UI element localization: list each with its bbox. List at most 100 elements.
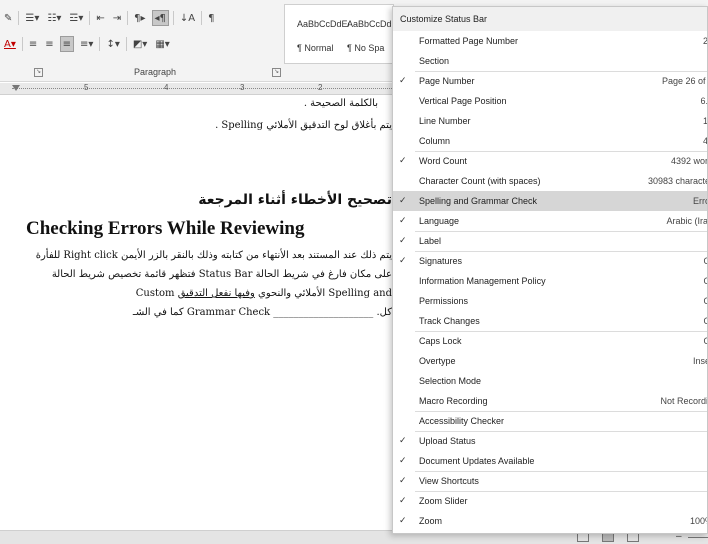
menu-item-zoom-slider[interactable]: ✓ Zoom Slider — [393, 491, 707, 511]
menu-item-label[interactable]: ✓ Label — [393, 231, 707, 251]
menu-item-view-shortcuts[interactable]: ✓ View Shortcuts — [393, 471, 707, 491]
menu-item-selection-mode[interactable]: Selection Mode — [393, 371, 707, 391]
heading-english: Checking Errors While Reviewing — [26, 218, 305, 239]
text-run: الأملائي والنحوي — [254, 288, 329, 299]
divider — [201, 11, 203, 25]
shading-icon[interactable]: ◩▾ — [131, 36, 149, 52]
indent-marker-icon[interactable] — [12, 85, 20, 91]
menu-item-label: Document Updates Available — [419, 456, 535, 466]
ltr-direction-icon[interactable]: ¶▸ — [132, 10, 147, 26]
show-formatting-marks-icon[interactable]: ¶ — [206, 10, 216, 26]
menu-item-character-count-with-spaces[interactable]: Character Count (with spaces) 30983 chara… — [393, 171, 708, 191]
menu-item-value: 30983 character — [647, 176, 708, 186]
menu-item-line-number[interactable]: Line Number 19 — [393, 111, 708, 131]
paragraph-row-2: A▾ ≡ ≡ ≡ ≡▾ ↕▾ ◩▾ ▦▾ — [2, 36, 172, 52]
divider — [99, 37, 101, 51]
menu-item-language[interactable]: ✓ Language Arabic (Iraq — [393, 211, 708, 231]
ruler-number: 3 — [240, 83, 245, 92]
menu-item-value: Not Recordin — [660, 396, 708, 406]
font-dialog-launcher-icon[interactable]: ↘ — [34, 68, 43, 77]
menu-item-label: Character Count (with spaces) — [419, 176, 541, 186]
numbering-icon[interactable]: ☷▾ — [45, 10, 63, 26]
checkmark-icon: ✓ — [399, 156, 407, 166]
menu-item-label: Track Changes — [419, 316, 480, 326]
decrease-indent-icon[interactable]: ⇤ — [94, 10, 106, 26]
paragraph-row-1: ✎ ☰▾ ☷▾ ☲▾ ⇤ ⇥ ¶▸ ◂¶ ↓A ¶ — [2, 10, 217, 26]
menu-item-section[interactable]: Section1 — [393, 51, 707, 71]
multilevel-list-icon[interactable]: ☲▾ — [67, 10, 85, 26]
menu-item-label: Language — [419, 216, 460, 226]
menu-item-label: Zoom Slider — [419, 496, 468, 506]
menu-item-value: Arabic (Iraq — [666, 216, 708, 226]
menu-item-value: 6.3 — [700, 96, 708, 106]
sort-icon[interactable]: ↓A — [178, 10, 197, 26]
menu-item-label: Zoom — [419, 516, 443, 526]
increase-indent-icon[interactable]: ⇥ — [111, 10, 123, 26]
checkmark-icon: ✓ — [399, 256, 407, 266]
menu-item-caps-lock[interactable]: Caps Lock Of — [393, 331, 707, 351]
paragraph-group-label: Paragraph — [134, 67, 177, 77]
menu-item-column[interactable]: Column 48 — [393, 131, 707, 151]
menu-item-information-management-policy[interactable]: Information Management Policy Of — [393, 271, 707, 291]
menu-item-value: 19 — [702, 116, 708, 126]
menu-item-value: Page 26 of 2 — [661, 76, 708, 86]
menu-item-label: Upload Status — [419, 436, 476, 446]
menu-item-label: Selection Mode — [419, 376, 482, 386]
style-normal-name[interactable]: ¶ Normal — [297, 43, 349, 53]
doc-line-1: بالكلمة الصحيحة . — [303, 98, 378, 109]
justify-icon[interactable]: ≡▾ — [78, 36, 95, 52]
paragraph-dialog-launcher-icon[interactable]: ↘ — [272, 68, 281, 77]
menu-item-zoom[interactable]: ✓ Zoom 100% — [393, 511, 707, 531]
menu-item-label: Macro Recording — [419, 396, 488, 406]
menu-item-page-number[interactable]: ✓ Page Number Page 26 of 2 — [393, 71, 708, 91]
line-spacing-icon[interactable]: ↕▾ — [104, 36, 121, 52]
menu-item-label: Vertical Page Position — [419, 96, 507, 106]
menu-item-macro-recording[interactable]: Macro Recording Not Recordin — [393, 391, 708, 411]
zoom-slider[interactable] — [688, 537, 708, 538]
web-layout-icon[interactable] — [627, 533, 639, 542]
checkmark-icon: ✓ — [399, 476, 407, 486]
menu-item-overtype[interactable]: Overtype Inser — [393, 351, 707, 371]
menu-item-value: Error — [693, 196, 707, 206]
print-layout-icon[interactable] — [602, 533, 614, 542]
doc-line-2: يتم بأغلاق لوح التدقيق الأملائي Spelling… — [215, 120, 392, 131]
styles-gallery[interactable]: AaBbCcDdEe ¶ Normal AaBbCcDdEe ¶ No Spa — [284, 4, 399, 64]
ruler-number: 5 — [84, 83, 89, 92]
divider — [21, 37, 23, 51]
menu-item-label: Line Number — [419, 116, 471, 126]
menu-item-permissions[interactable]: Permissions Of — [393, 291, 707, 311]
checkmark-icon: ✓ — [399, 456, 407, 466]
menu-item-spelling-and-grammar-check[interactable]: ✓ Spelling and Grammar Check Error — [393, 191, 707, 211]
borders-icon[interactable]: ▦▾ — [153, 36, 171, 52]
menu-item-label: Accessibility Checker — [419, 416, 505, 426]
align-center-icon[interactable]: ≡ — [43, 36, 55, 52]
menu-item-accessibility-checker[interactable]: Accessibility Checker — [393, 411, 707, 431]
menu-item-track-changes[interactable]: Track Changes Of — [393, 311, 707, 331]
menu-item-signatures[interactable]: ✓ Signatures Of — [393, 251, 707, 271]
checkmark-icon: ✓ — [399, 496, 407, 506]
align-left-icon[interactable]: ≡ — [27, 36, 39, 52]
divider — [172, 11, 174, 25]
font-color-icon[interactable]: A▾ — [2, 36, 18, 52]
menu-item-word-count[interactable]: ✓ Word Count 4392 word — [393, 151, 707, 171]
menu-item-label: Page Number — [419, 76, 475, 86]
menu-item-label: Formatted Page Number — [419, 36, 519, 46]
read-mode-icon[interactable] — [577, 533, 589, 542]
menu-item-label: Information Management Policy — [419, 276, 546, 286]
bullets-icon[interactable]: ☰▾ — [23, 10, 41, 26]
checkmark-icon: ✓ — [399, 516, 407, 526]
menu-item-label: Spelling and Grammar Check — [419, 196, 538, 206]
doc-paragraph-line-2: على مكان فارغ في شريط الحالة Status Bar … — [51, 269, 392, 280]
menu-item-document-updates-available[interactable]: ✓ Document Updates Available — [393, 451, 707, 471]
menu-item-label: Column — [419, 136, 451, 146]
menu-item-upload-status[interactable]: ✓ Upload Status — [393, 431, 707, 451]
align-right-icon[interactable]: ≡ — [59, 36, 75, 52]
divider — [89, 11, 91, 25]
doc-paragraph-line-3: Spelling and الأملائي والنحوي وفيها نفعل… — [136, 288, 392, 299]
menu-item-formatted-page-number[interactable]: Formatted Page Number 26 — [393, 31, 707, 51]
rtl-direction-icon[interactable]: ◂¶ — [151, 10, 169, 26]
menu-item-vertical-page-position[interactable]: Vertical Page Position 6.3 — [393, 91, 708, 111]
menu-item-value: 100% — [689, 516, 707, 526]
clear-formatting-icon[interactable]: ✎ — [2, 10, 14, 26]
menu-title: Customize Status Bar — [393, 7, 707, 31]
